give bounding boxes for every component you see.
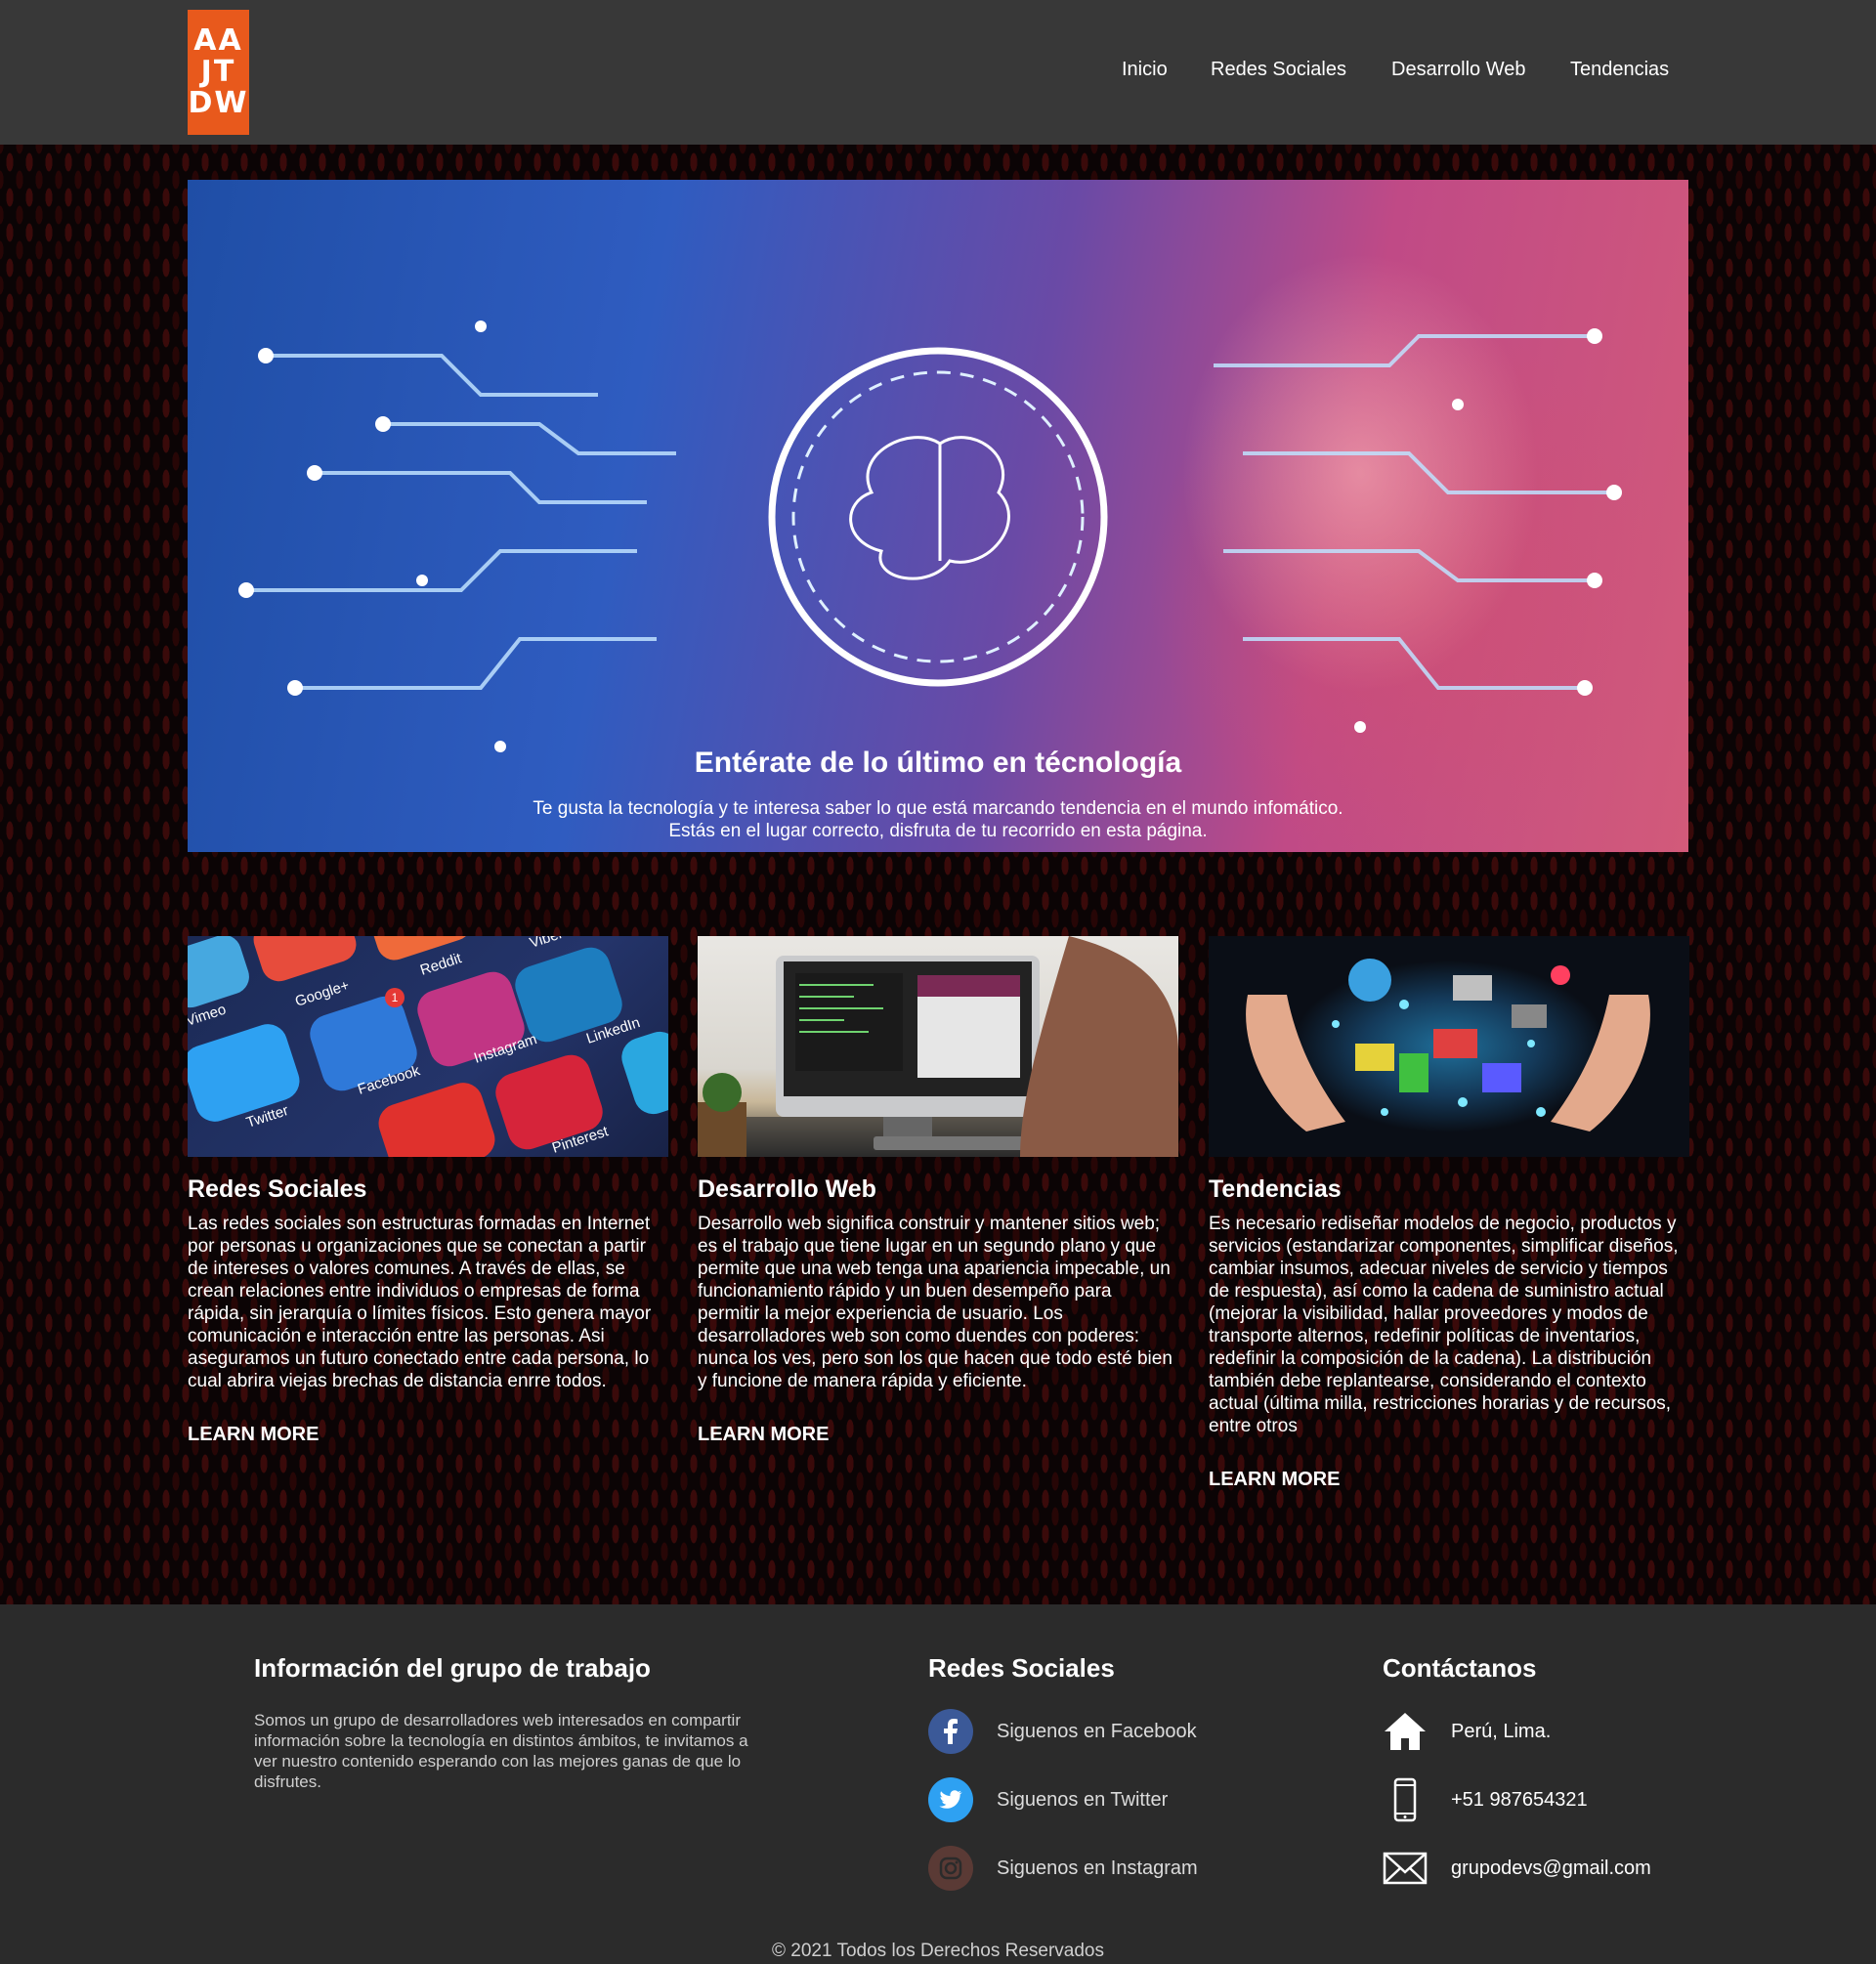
nav-item-redes-sociales[interactable]: Redes Sociales: [1211, 59, 1346, 81]
card-title: Tendencias: [1209, 1175, 1342, 1203]
phone-icon: [1383, 1777, 1428, 1822]
contact-phone[interactable]: +51 987654321: [1383, 1776, 1588, 1823]
learn-more-link[interactable]: LEARN MORE: [698, 1424, 1178, 1446]
card-redes-sociales: 1 Vimeo Google+ Reddit Viber LinkedIn In…: [188, 936, 668, 1446]
home-icon: [1383, 1709, 1428, 1754]
card-text: Es necesario rediseñar modelos de negoci…: [1209, 1214, 1679, 1436]
social-link-twitter[interactable]: Siguenos en Twitter: [928, 1776, 1168, 1823]
social-link-facebook[interactable]: Siguenos en Facebook: [928, 1708, 1197, 1755]
contact-label: +51 987654321: [1451, 1788, 1588, 1811]
hero-caption: Entérate de lo último en técnología Te g…: [188, 747, 1688, 842]
social-link-instagram[interactable]: Siguenos en Instagram: [928, 1845, 1198, 1892]
card-text: Las redes sociales son estructuras forma…: [188, 1214, 652, 1391]
hero-banner: Entérate de lo último en técnología Te g…: [188, 180, 1688, 852]
footer-info-text: Somos un grupo de desarrolladores web in…: [254, 1711, 748, 1791]
footer-contact-title: Contáctanos: [1383, 1653, 1537, 1683]
site-logo[interactable]: AA JT DW: [188, 10, 249, 135]
social-media-apps-image: 1 Vimeo Google+ Reddit Viber LinkedIn In…: [188, 936, 668, 1157]
technology-trends-image: [1209, 936, 1689, 1157]
nav-item-desarrollo-web[interactable]: Desarrollo Web: [1391, 59, 1525, 81]
social-apps-illustration: 1 Vimeo Google+ Reddit Viber LinkedIn In…: [188, 936, 668, 1157]
workspace-illustration: [698, 936, 1178, 1157]
mail-icon: [1383, 1846, 1428, 1891]
hero-title: Entérate de lo último en técnología: [694, 747, 1182, 779]
copyright: © 2021 Todos los Derechos Reservados: [771, 1941, 1104, 1961]
trends-illustration: [1246, 959, 1650, 1131]
logo-line: JT: [200, 55, 236, 89]
site-header: AA JT DW Inicio Redes Sociales Desarroll…: [0, 0, 1876, 145]
logo-line: AA: [193, 23, 243, 58]
social-link-label: Siguenos en Facebook: [997, 1720, 1197, 1742]
contact-email[interactable]: grupodevs@gmail.com: [1383, 1845, 1651, 1892]
card-title: Redes Sociales: [188, 1175, 367, 1203]
developer-workspace-image: [698, 936, 1178, 1157]
notification-badge: 1: [392, 991, 399, 1004]
site-footer: Información del grupo de trabajo Somos u…: [0, 1604, 1876, 1964]
social-link-label: Siguenos en Instagram: [997, 1857, 1198, 1879]
contact-address: Perú, Lima.: [1383, 1708, 1551, 1755]
learn-more-link[interactable]: LEARN MORE: [188, 1424, 668, 1446]
contact-label: Perú, Lima.: [1451, 1720, 1552, 1742]
viber-label: Viber: [528, 936, 565, 952]
contact-label: grupodevs@gmail.com: [1451, 1857, 1651, 1879]
hero-subtitle-line-1: Te gusta la tecnología y te interesa sab…: [533, 798, 1343, 819]
hero-subtitle-line-2: Estás en el lugar correcto, disfruta de …: [668, 821, 1208, 841]
card-text: Desarrollo web significa construir y man…: [698, 1214, 1172, 1391]
card-desarrollo-web: Desarrollo Web Desarrollo web significa …: [698, 936, 1178, 1446]
googleplus-label: Google+: [293, 977, 352, 1010]
twitter-icon: [928, 1777, 973, 1822]
logo-line: DW: [188, 86, 249, 120]
instagram-icon: [928, 1846, 973, 1891]
nav-item-inicio[interactable]: Inicio: [1122, 59, 1168, 81]
facebook-icon: [928, 1709, 973, 1754]
card-title: Desarrollo Web: [698, 1175, 876, 1203]
footer-social-title: Redes Sociales: [928, 1653, 1115, 1683]
social-link-label: Siguenos en Twitter: [997, 1788, 1169, 1811]
card-tendencias: Tendencias Es necesario rediseñar modelo…: [1209, 936, 1689, 1491]
nav-item-tendencias[interactable]: Tendencias: [1570, 59, 1669, 81]
reddit-label: Reddit: [418, 950, 464, 979]
learn-more-link[interactable]: LEARN MORE: [1209, 1469, 1689, 1491]
footer-info-title: Información del grupo de trabajo: [254, 1653, 651, 1683]
